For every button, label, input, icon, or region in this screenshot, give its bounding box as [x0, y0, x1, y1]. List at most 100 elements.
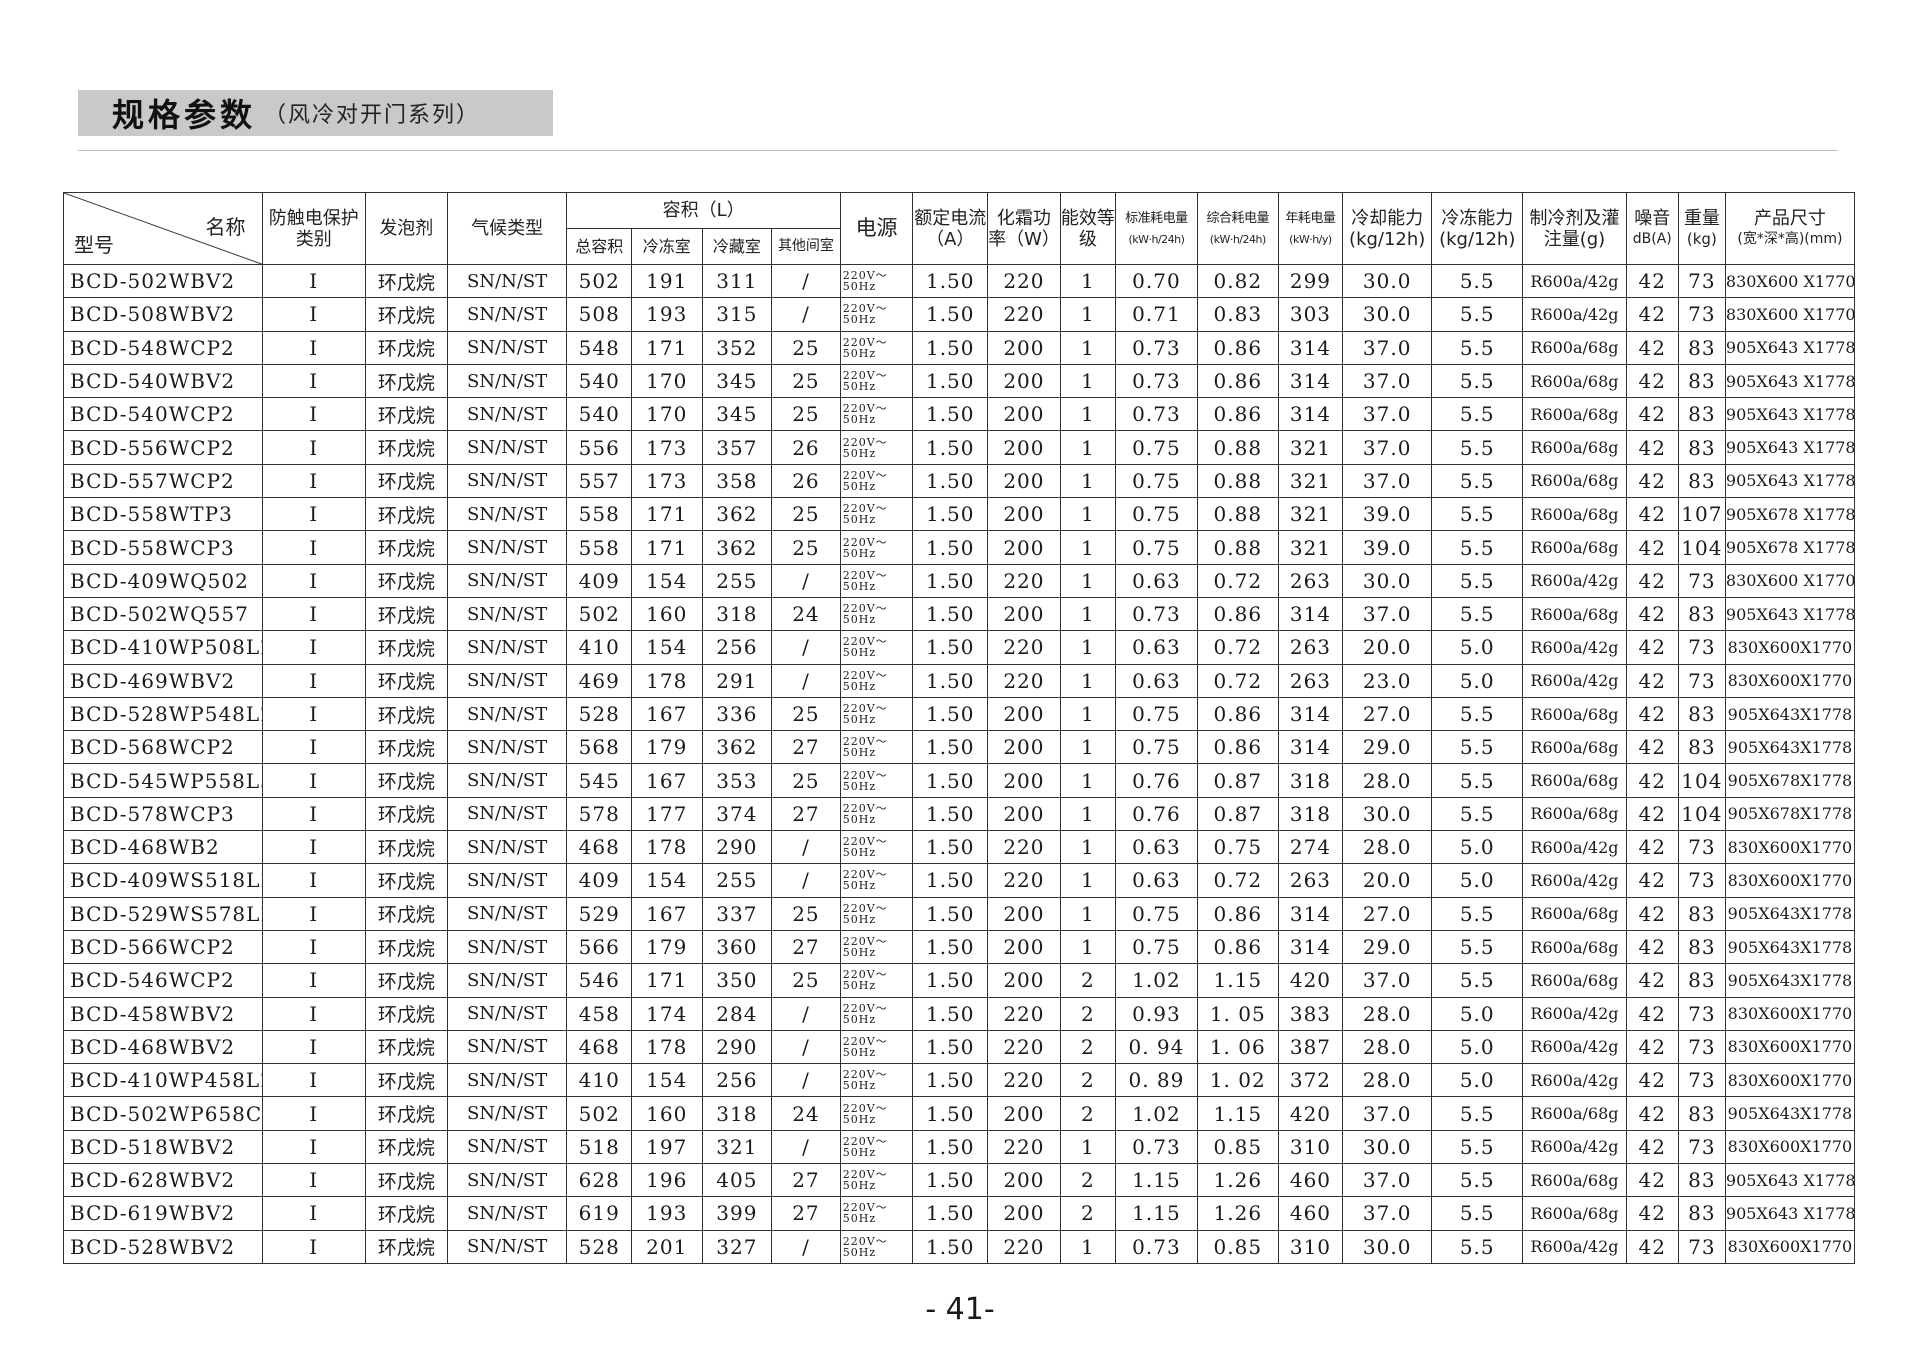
- climate-cell: SN/N/ST: [446, 630, 568, 665]
- weight-cell: 73: [1677, 263, 1726, 299]
- volume-total-cell: 545: [566, 763, 632, 798]
- annual-energy-cell: 321: [1277, 497, 1344, 532]
- volume-total-cell: 468: [566, 830, 632, 865]
- comp-energy-cell: 0.86: [1196, 330, 1279, 365]
- climate-cell: SN/N/ST: [446, 996, 568, 1031]
- power-cell: 220V～ 50Hz: [839, 596, 914, 632]
- volume-total-cell: 628: [566, 1163, 632, 1198]
- freezing-cell: 5.5: [1431, 1096, 1524, 1131]
- climate-cell: SN/N/ST: [446, 430, 568, 465]
- comp-energy-cell: 0.72: [1196, 863, 1279, 898]
- header-freezing-unit: (kg/12h): [1439, 228, 1516, 250]
- protection-cell: I: [261, 696, 366, 732]
- freezing-cell: 5.5: [1431, 596, 1524, 632]
- weight-cell: 104: [1677, 796, 1726, 832]
- model-cell: BCD-528WBV2: [63, 1229, 263, 1264]
- header-climate: 气候类型: [446, 192, 568, 265]
- model-cell: BCD-529WS578L2: [63, 896, 263, 931]
- annual-energy-cell: 263: [1277, 630, 1344, 665]
- foam-cell: 环戊烷: [364, 1063, 448, 1098]
- climate-cell: SN/N/ST: [446, 730, 568, 765]
- cooling-cell: 27.0: [1342, 696, 1433, 732]
- freezing-cell: 5.5: [1431, 563, 1524, 598]
- defrost-cell: 200: [987, 596, 1061, 632]
- foam-cell: 环戊烷: [364, 563, 448, 598]
- current-cell: 1.50: [912, 397, 989, 432]
- power-cell: 220V～ 50Hz: [839, 1196, 914, 1231]
- efficiency-cell: 1: [1059, 663, 1117, 698]
- refrigerant-cell: R600a/42g: [1522, 863, 1627, 898]
- cooling-cell: 39.0: [1342, 497, 1433, 532]
- protection-cell: I: [261, 796, 366, 832]
- volume-other-cell: 25: [771, 963, 841, 998]
- weight-cell: 73: [1677, 563, 1726, 598]
- refrigerant-cell: R600a/68g: [1522, 363, 1627, 399]
- power-cell: 220V～ 50Hz: [839, 963, 914, 998]
- std-energy-cell: 0.73: [1115, 397, 1198, 432]
- climate-cell: SN/N/ST: [446, 330, 568, 365]
- refrigerant-cell: R600a/42g: [1522, 630, 1627, 665]
- weight-cell: 104: [1677, 530, 1726, 565]
- volume-other-cell: 25: [771, 696, 841, 732]
- std-energy-cell: 0.75: [1115, 730, 1198, 765]
- defrost-cell: 220: [987, 1129, 1061, 1165]
- efficiency-cell: 1: [1059, 929, 1117, 965]
- table-row: BCD-548WCP2 I 环戊烷 SN/N/ST 548 171 352 25 220V～ 5…: [63, 330, 1856, 365]
- defrost-cell: 200: [987, 397, 1061, 432]
- volume-freezer-cell: 160: [630, 1096, 703, 1131]
- std-energy-cell: 1.15: [1115, 1163, 1198, 1198]
- std-energy-cell: 0.73: [1115, 596, 1198, 632]
- refrigerant-cell: R600a/68g: [1522, 1196, 1627, 1231]
- defrost-cell: 200: [987, 497, 1061, 532]
- std-energy-cell: 0.75: [1115, 463, 1198, 499]
- refrigerant-cell: R600a/68g: [1522, 730, 1627, 765]
- volume-other-cell: /: [771, 1063, 841, 1098]
- noise-cell: 42: [1625, 1029, 1679, 1065]
- current-cell: 1.50: [912, 863, 989, 898]
- foam-cell: 环戊烷: [364, 1096, 448, 1131]
- freezing-cell: 5.5: [1431, 530, 1524, 565]
- table-row: BCD-528WP548L2 I 环戊烷 SN/N/ST 528 167 336 25 220V…: [63, 696, 1856, 732]
- current-cell: 1.50: [912, 730, 989, 765]
- model-cell: BCD-410WP508L2: [63, 630, 263, 665]
- defrost-cell: 200: [987, 696, 1061, 732]
- refrigerant-cell: R600a/68g: [1522, 497, 1627, 532]
- table-row: BCD-545WP558L3 I 环戊烷 SN/N/ST 545 167 353 25 220V…: [63, 763, 1856, 798]
- comp-energy-cell: 1.26: [1196, 1163, 1279, 1198]
- header-weight: 重量 (kg): [1677, 192, 1726, 265]
- table-row: BCD-528WBV2 I 环戊烷 SN/N/ST 528 201 327/220V～ 50…: [63, 1229, 1856, 1264]
- freezing-cell: 5.0: [1431, 663, 1524, 698]
- model-cell: BCD-468WB2: [63, 830, 263, 865]
- cooling-cell: 30.0: [1342, 796, 1433, 832]
- power-cell: 220V～ 50Hz: [839, 863, 914, 898]
- weight-cell: 73: [1677, 630, 1726, 665]
- efficiency-cell: 1: [1059, 796, 1117, 832]
- foam-cell: 环戊烷: [364, 1196, 448, 1231]
- volume-freezer-cell: 170: [630, 363, 703, 399]
- weight-cell: 83: [1677, 397, 1726, 432]
- comp-energy-cell: 0.86: [1196, 596, 1279, 632]
- table-row: BCD-566WCP2 I 环戊烷 SN/N/ST 566 179 360 27 220V～ 5…: [63, 929, 1856, 965]
- protection-cell: I: [261, 630, 366, 665]
- comp-energy-cell: 0.86: [1196, 696, 1279, 732]
- power-cell: 220V～ 50Hz: [839, 696, 914, 732]
- table-row: BCD-409WS518L2 I 环戊烷 SN/N/ST 409 154 255/220V～…: [63, 863, 1856, 898]
- noise-cell: 42: [1625, 463, 1679, 499]
- defrost-cell: 200: [987, 1096, 1061, 1131]
- noise-cell: 42: [1625, 397, 1679, 432]
- annual-energy-cell: 318: [1277, 763, 1344, 798]
- std-energy-cell: 0. 89: [1115, 1063, 1198, 1098]
- std-energy-cell: 0.63: [1115, 863, 1198, 898]
- header-comp-energy-label: 综合耗电量: [1206, 210, 1270, 226]
- volume-fridge-cell: 350: [701, 963, 773, 998]
- weight-cell: 83: [1677, 596, 1726, 632]
- volume-other-cell: 25: [771, 397, 841, 432]
- weight-cell: 83: [1677, 1196, 1726, 1231]
- header-divider: [78, 150, 1838, 151]
- volume-total-cell: 518: [566, 1129, 632, 1165]
- volume-other-cell: 25: [771, 530, 841, 565]
- volume-other-cell: 25: [771, 497, 841, 532]
- defrost-cell: 200: [987, 330, 1061, 365]
- efficiency-cell: 1: [1059, 630, 1117, 665]
- volume-fridge-cell: 321: [701, 1129, 773, 1165]
